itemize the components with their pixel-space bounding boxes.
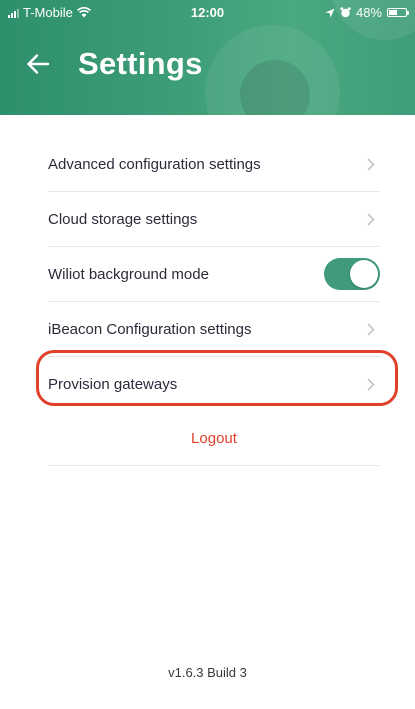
location-icon	[325, 8, 335, 18]
settings-item-label: Cloud storage settings	[48, 210, 198, 228]
page-title: Settings	[78, 46, 203, 81]
settings-item-advanced-configuration[interactable]: Advanced configuration settings	[48, 137, 380, 192]
chevron-right-icon	[364, 377, 378, 391]
logout-button[interactable]: Logout	[191, 430, 237, 447]
toggle-knob	[350, 260, 378, 288]
chevron-right-icon	[364, 212, 378, 226]
battery-percent: 48%	[355, 5, 382, 20]
arrow-left-icon	[27, 54, 50, 74]
status-right: 48%	[325, 5, 409, 20]
settings-list: Advanced configuration settings Cloud st…	[48, 137, 380, 411]
settings-item-ibeacon-configuration[interactable]: iBeacon Configuration settings	[48, 302, 380, 357]
settings-item-label: iBeacon Configuration settings	[48, 320, 252, 338]
back-button[interactable]	[24, 50, 52, 78]
battery-level	[389, 10, 397, 15]
alarm-icon	[340, 7, 351, 18]
settings-item-label: Provision gateways	[48, 375, 178, 393]
settings-item-label: Advanced configuration settings	[48, 155, 261, 173]
status-bar: T-Mobile 12:00 48%	[0, 0, 415, 24]
chevron-right-icon	[364, 157, 378, 171]
background-mode-toggle[interactable]	[324, 258, 380, 290]
settings-item-cloud-storage[interactable]: Cloud storage settings	[48, 192, 380, 247]
logout-row: Logout	[48, 411, 380, 466]
settings-item-background-mode: Wiliot background mode	[48, 247, 380, 302]
chevron-right-icon	[364, 322, 378, 336]
battery-icon	[387, 8, 409, 17]
app-header: T-Mobile 12:00 48% Settings	[0, 0, 415, 115]
settings-item-provision-gateways[interactable]: Provision gateways	[48, 357, 380, 411]
settings-item-label: Wiliot background mode	[48, 265, 209, 283]
app-version: v1.6.3 Build 3	[168, 665, 247, 680]
